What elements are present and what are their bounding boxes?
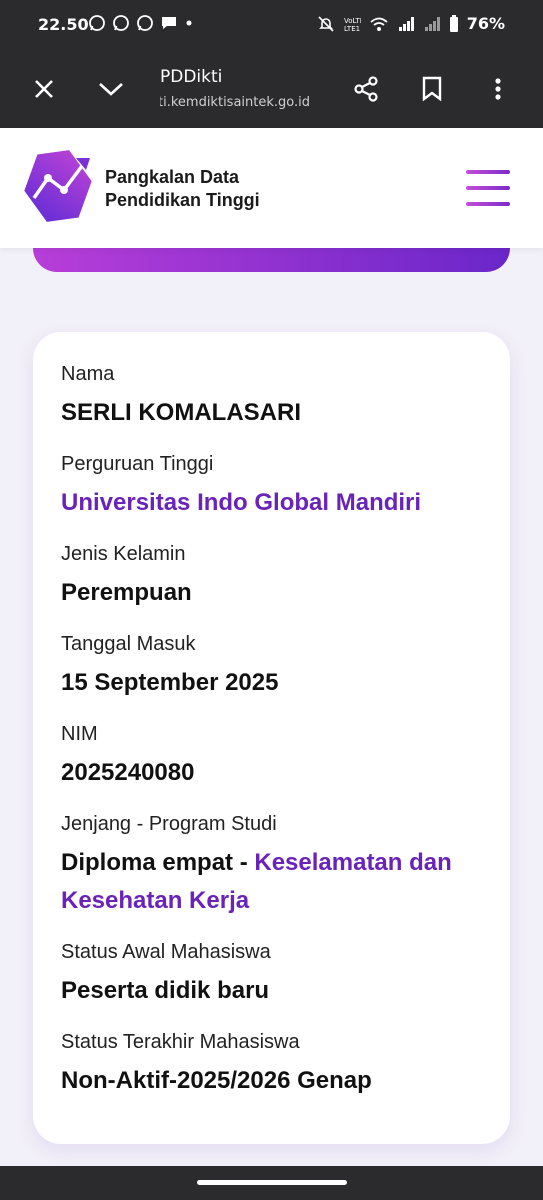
value-status-terakhir: Non-Aktif-2025/2026 Genap bbox=[61, 1067, 372, 1094]
label-status-awal: Status Awal Mahasiswa bbox=[61, 941, 271, 963]
pddikti-logo[interactable] bbox=[20, 148, 96, 224]
page-url[interactable]: pddikti.kemdiktisaintek.go.id bbox=[160, 95, 310, 110]
hamburger-icon[interactable] bbox=[466, 168, 512, 208]
share-icon[interactable] bbox=[349, 72, 383, 106]
brand-line-1: Pangkalan Data bbox=[105, 167, 240, 187]
signal-icon bbox=[398, 16, 414, 31]
site-header: Pangkalan Data Pendidikan Tinggi bbox=[0, 128, 543, 248]
field-nim: NIM 2025240080 bbox=[61, 722, 491, 792]
signal-icon bbox=[424, 16, 440, 31]
battery-percent: 76% bbox=[466, 14, 505, 33]
message-icon bbox=[162, 17, 176, 29]
status-time: 22.50 bbox=[38, 15, 89, 34]
label-nim: NIM bbox=[61, 723, 98, 745]
chevron-down-icon[interactable] bbox=[94, 72, 128, 106]
whatsapp-icon bbox=[137, 15, 153, 31]
label-perguruan-tinggi: Perguruan Tinggi bbox=[61, 453, 214, 475]
more-icon[interactable] bbox=[481, 72, 515, 106]
student-info-card: Nama SERLI KOMALASARI Perguruan Tinggi U… bbox=[33, 332, 510, 1144]
battery-icon bbox=[449, 14, 458, 32]
label-tanggal-masuk: Tanggal Masuk bbox=[61, 633, 196, 655]
mute-icon bbox=[318, 15, 334, 32]
value-jenjang: Diploma empat - bbox=[61, 849, 255, 876]
field-status-awal: Status Awal Mahasiswa Peserta didik baru bbox=[61, 940, 491, 1010]
volte-icon: VoLTELTE1 bbox=[344, 17, 361, 33]
value-tanggal-masuk: 15 September 2025 bbox=[61, 669, 279, 696]
status-bar: 22.50 VoLTELTE1 76% bbox=[0, 0, 543, 50]
label-program-studi: Jenjang - Program Studi bbox=[61, 813, 277, 835]
home-indicator[interactable] bbox=[197, 1180, 347, 1185]
whatsapp-icon bbox=[113, 15, 129, 31]
close-icon[interactable] bbox=[27, 72, 61, 106]
value-nama: SERLI KOMALASARI bbox=[61, 399, 301, 426]
label-nama: Nama bbox=[61, 363, 115, 385]
brand-line-2: Pendidikan Tinggi bbox=[105, 190, 260, 210]
value-program-studi: Diploma empat - Keselamatan dan Kesehata… bbox=[61, 844, 491, 920]
field-status-terakhir: Status Terakhir Mahasiswa Non-Aktif-2025… bbox=[61, 1030, 491, 1100]
system-icons: VoLTELTE1 76% bbox=[317, 14, 505, 33]
page-title: PDDikti bbox=[160, 67, 223, 87]
bookmark-icon[interactable] bbox=[415, 72, 449, 106]
svg-text:LTE1: LTE1 bbox=[344, 25, 360, 33]
dot-icon bbox=[186, 20, 192, 26]
field-perguruan-tinggi: Perguruan Tinggi Universitas Indo Global… bbox=[61, 452, 491, 522]
system-nav-bar bbox=[0, 1166, 543, 1200]
brand-name: Pangkalan Data Pendidikan Tinggi bbox=[105, 166, 260, 212]
notification-icons bbox=[88, 14, 194, 32]
whatsapp-icon bbox=[89, 15, 105, 31]
field-jenis-kelamin: Jenis Kelamin Perempuan bbox=[61, 542, 491, 612]
field-program-studi: Jenjang - Program Studi Diploma empat - … bbox=[61, 812, 491, 920]
field-nama: Nama SERLI KOMALASARI bbox=[61, 362, 491, 432]
label-jenis-kelamin: Jenis Kelamin bbox=[61, 543, 186, 565]
value-nim: 2025240080 bbox=[61, 759, 195, 786]
value-status-awal: Peserta didik baru bbox=[61, 977, 270, 1004]
wifi-icon bbox=[370, 17, 388, 31]
value-perguruan-tinggi-link[interactable]: Universitas Indo Global Mandiri bbox=[61, 484, 491, 522]
browser-toolbar: PDDikti pddikti.kemdiktisaintek.go.id bbox=[0, 50, 543, 128]
svg-text:VoLTE: VoLTE bbox=[344, 17, 361, 25]
field-tanggal-masuk: Tanggal Masuk 15 September 2025 bbox=[61, 632, 491, 702]
label-status-terakhir: Status Terakhir Mahasiswa bbox=[61, 1031, 300, 1053]
value-jenis-kelamin: Perempuan bbox=[61, 579, 192, 606]
